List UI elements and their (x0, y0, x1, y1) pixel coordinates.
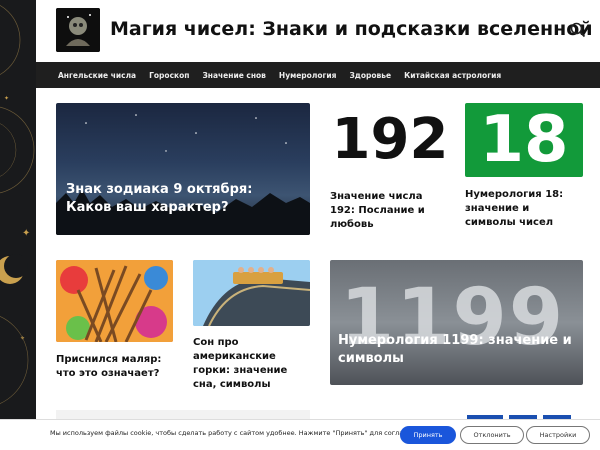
article-title-192[interactable]: Значение числа 192: Послание и любовь (330, 190, 448, 232)
roller-coaster-image (193, 260, 310, 326)
article-title-zodiac[interactable]: Знак зодиака 9 октября: Каков ваш характ… (66, 181, 302, 217)
paint-brushes-image (56, 260, 173, 342)
search-icon[interactable] (570, 22, 586, 38)
number-18: 18 (479, 103, 569, 177)
article-title-coaster[interactable]: Сон про американские горки: значение сна… (193, 336, 313, 392)
nav-item-chinese-astrology[interactable]: Китайская астрология (404, 71, 501, 80)
svg-text:✦: ✦ (4, 95, 9, 102)
nav-item-dreams[interactable]: Значение снов (202, 71, 265, 80)
nav-item-numerology[interactable]: Нумерология (279, 71, 337, 80)
decorative-side-panel-left: ✦ ✦ ✦ (0, 0, 36, 450)
number-192: 192 (331, 107, 449, 172)
article-card-18-image[interactable]: 18 (465, 103, 583, 177)
article-title-18[interactable]: Нумерология 18: значение и символы чисел (465, 188, 583, 230)
nav-item-horoscope[interactable]: Гороскоп (149, 71, 189, 80)
cookie-message: Мы используем файлы cookie, чтобы сделат… (50, 429, 418, 437)
cookie-settings-button[interactable]: Настройки (526, 426, 590, 444)
article-title-painter[interactable]: Приснился маляр: что это означает? (56, 353, 174, 381)
article-card-1199[interactable]: 1199 Нумерология 1199: значение и символ… (330, 260, 583, 385)
site-title[interactable]: Магия чисел: Знаки и подсказки вселенной (110, 18, 593, 40)
article-card-192-image[interactable]: 192 (330, 103, 450, 179)
article-card-painter-image[interactable] (56, 260, 173, 342)
cookie-reject-button[interactable]: Отклонить (460, 426, 524, 444)
nav-item-angel-numbers[interactable]: Ангельские числа (58, 71, 136, 80)
svg-text:✦: ✦ (22, 228, 30, 239)
article-card-zodiac[interactable]: Знак зодиака 9 октября: Каков ваш характ… (56, 103, 310, 235)
article-card-coaster-image[interactable] (193, 260, 310, 326)
site-header: Магия чисел: Знаки и подсказки вселенной (36, 0, 600, 62)
article-title-1199[interactable]: Нумерология 1199: значение и символы (338, 332, 578, 368)
site-logo[interactable] (56, 8, 100, 52)
nav-item-health[interactable]: Здоровье (349, 71, 391, 80)
main-nav: Ангельские числа Гороскоп Значение снов … (36, 62, 600, 88)
cookie-accept-button[interactable]: Принять (400, 426, 456, 444)
cookie-banner: Мы используем файлы cookie, чтобы сделат… (0, 419, 600, 450)
page: Магия чисел: Знаки и подсказки вселенной… (36, 0, 600, 450)
